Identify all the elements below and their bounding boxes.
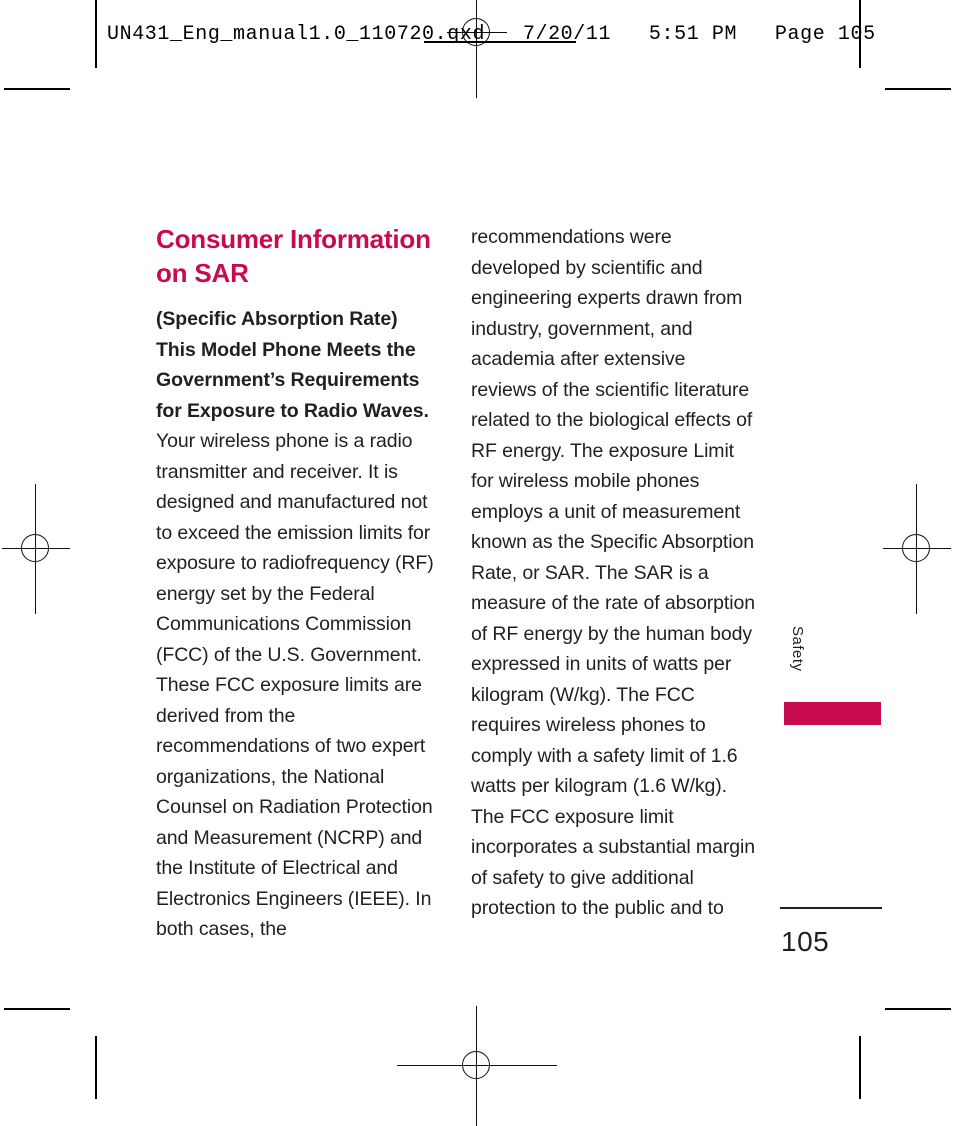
right-column: recommendations were developed by scient… bbox=[471, 222, 756, 924]
lead-bold-text: (Specific Absorption Rate) This Model Ph… bbox=[156, 308, 429, 422]
left-column-paragraph: (Specific Absorption Rate) This Model Ph… bbox=[156, 304, 437, 945]
folio-rule bbox=[780, 907, 882, 909]
side-tab-accent-bar bbox=[784, 702, 881, 725]
page-content: Consumer Information on SAR (Specific Ab… bbox=[0, 0, 954, 1099]
left-column-body-text: Your wireless phone is a radio transmitt… bbox=[156, 430, 434, 940]
page-number: 105 bbox=[781, 926, 830, 957]
page-title: Consumer Information on SAR bbox=[156, 224, 431, 288]
right-column-paragraph: recommendations were developed by scient… bbox=[471, 226, 755, 919]
side-tab-label: Safety bbox=[789, 626, 806, 672]
left-column: Consumer Information on SAR (Specific Ab… bbox=[156, 222, 437, 945]
side-tab-safety: Safety bbox=[786, 626, 812, 696]
